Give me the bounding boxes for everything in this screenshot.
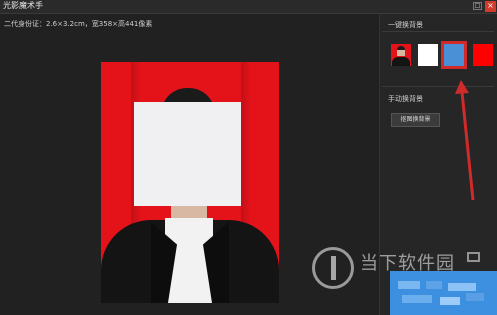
pixelated-overlay — [390, 271, 497, 315]
swatch-red[interactable] — [473, 44, 493, 66]
thumb-suit — [392, 57, 410, 66]
maximize-button[interactable]: □ — [473, 2, 482, 10]
watermark-logo-icon — [312, 247, 354, 289]
divider — [382, 86, 494, 87]
watermark-monitor-icon — [467, 252, 480, 262]
thumb-face — [397, 50, 405, 56]
window-title: 光影魔术手 — [3, 1, 43, 10]
swatch-white[interactable] — [418, 44, 438, 66]
cutout-background-button[interactable]: 抠图换背景 — [391, 113, 440, 127]
divider — [382, 31, 494, 32]
swatch-original-thumbnail[interactable] — [391, 44, 411, 66]
photo-size-info: 二代身份证：2.6×3.2cm，宽358×高441像素 — [4, 20, 153, 28]
title-bar: 光影魔术手 □ × — [0, 0, 497, 14]
close-button[interactable]: × — [485, 1, 496, 12]
manual-background-label: 手动换背景 — [388, 95, 423, 103]
swatch-blue-selected[interactable] — [441, 41, 467, 69]
one-click-background-label: 一键换背景 — [388, 21, 423, 29]
face-privacy-mask — [134, 102, 241, 206]
